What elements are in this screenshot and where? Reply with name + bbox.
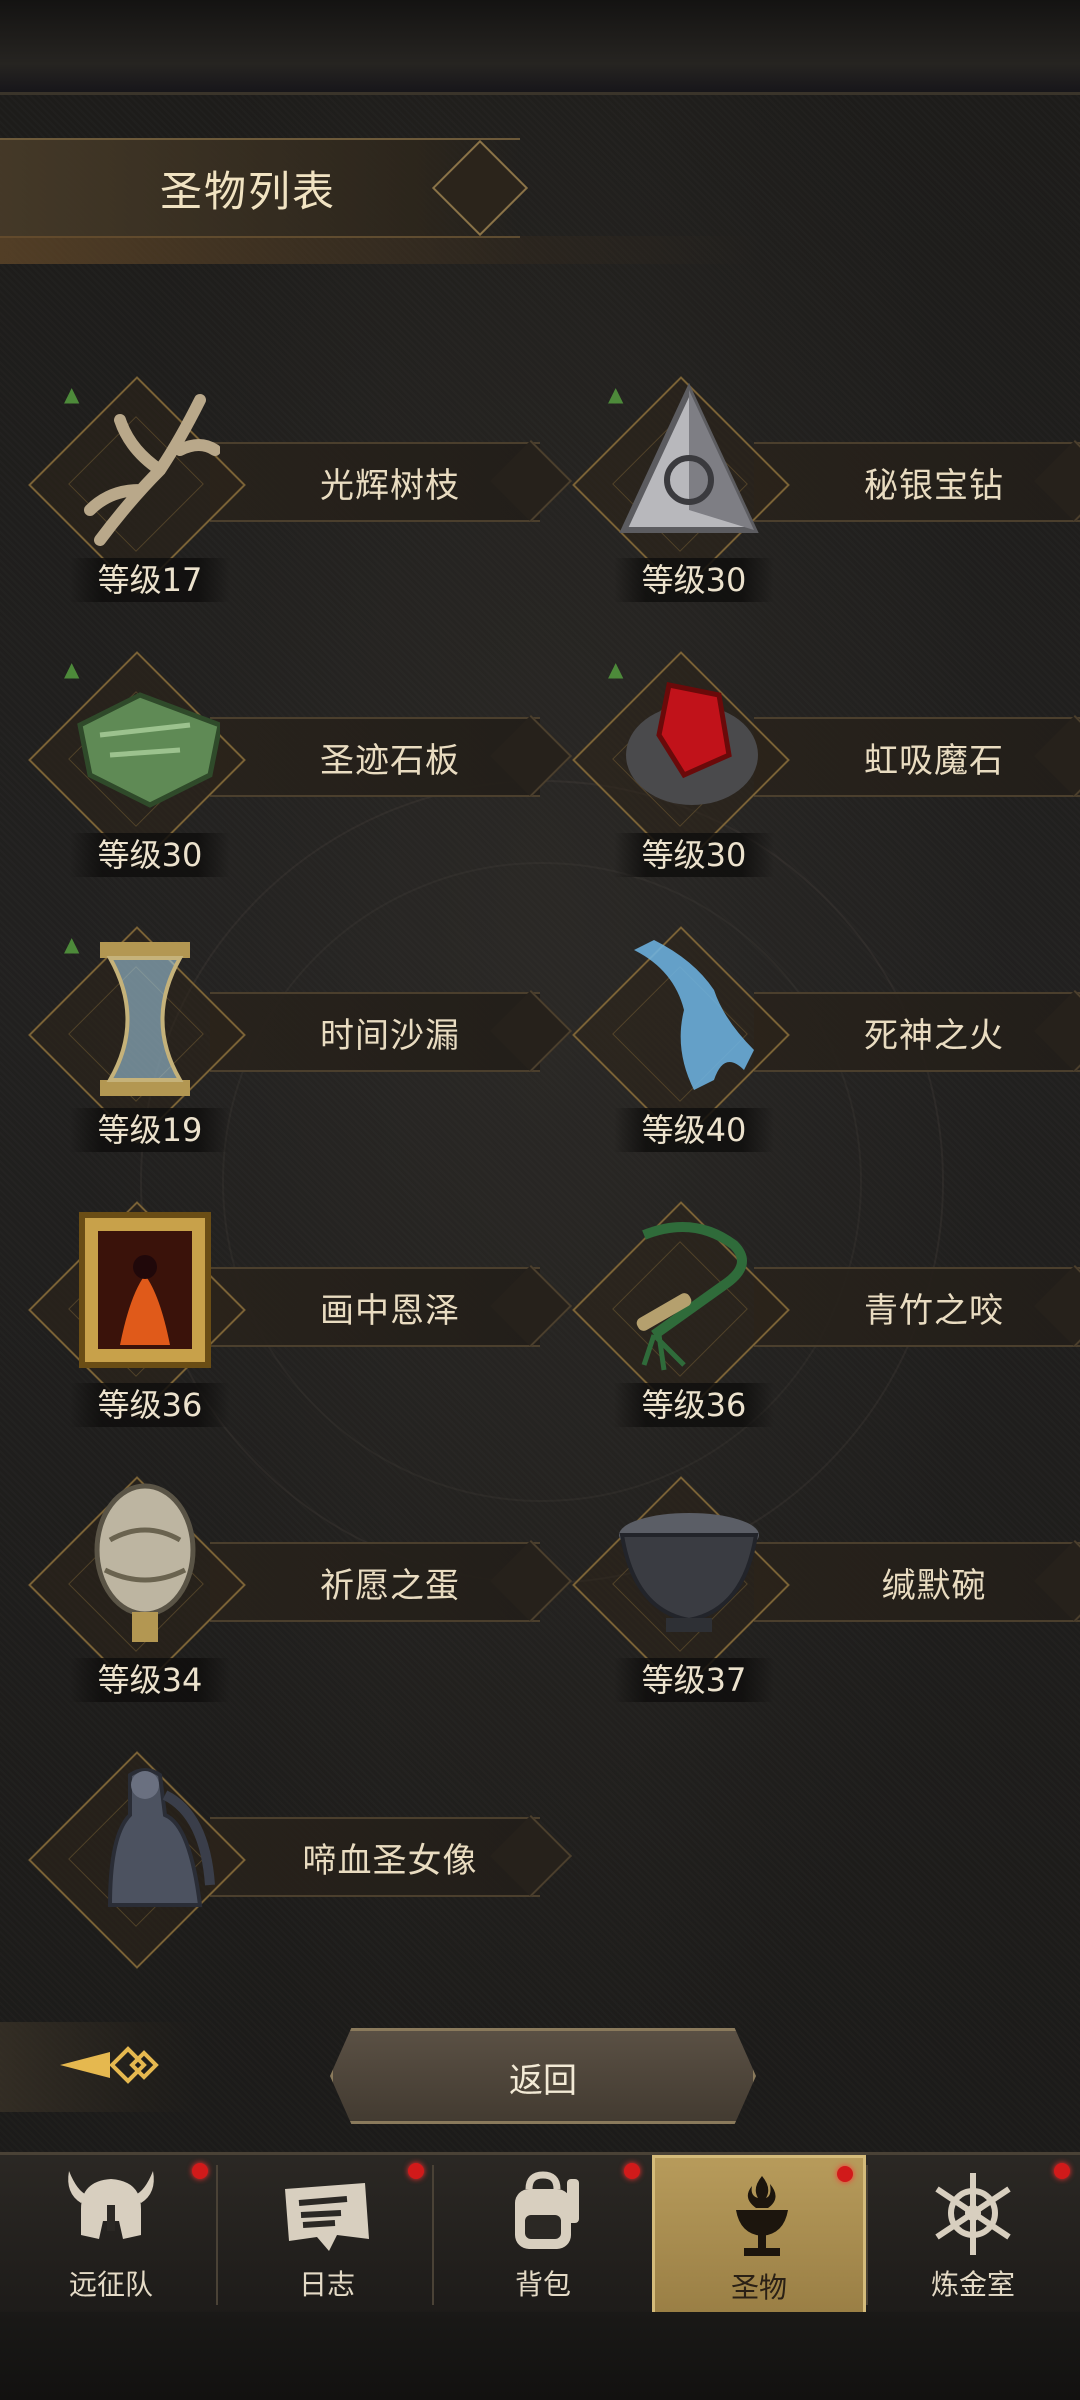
relic-level: 等级34 xyxy=(70,1658,230,1702)
back-button[interactable]: 返回 xyxy=(330,2028,756,2124)
notification-badge xyxy=(1054,2163,1070,2179)
tab-divider xyxy=(216,2165,218,2305)
demon-painting-icon xyxy=(79,1212,211,1368)
notification-badge xyxy=(624,2163,640,2179)
background-sigil xyxy=(140,780,944,1584)
relic-name: 画中恩泽 xyxy=(320,1291,460,1331)
page-title: 圣物列表 xyxy=(160,167,337,216)
tab-relics[interactable]: 圣物 xyxy=(652,2155,866,2315)
mithril-pyramid-icon xyxy=(619,382,759,533)
top-frame xyxy=(0,0,1080,95)
relic-level: 等级30 xyxy=(614,833,774,877)
relic-name: 缄默碗 xyxy=(881,1566,987,1606)
helmet-icon xyxy=(68,2171,154,2239)
relic-card[interactable]: ▲ 秘银宝钻 等级30 xyxy=(572,376,1080,610)
tab-divider xyxy=(432,2165,434,2305)
relic-card[interactable]: 死神之火等级40 xyxy=(572,926,1080,1160)
tab-backpack[interactable]: 背包 xyxy=(436,2155,650,2315)
bottom-tab-bar: 远征队 日志 背包 圣物 炼金室 xyxy=(0,2152,1080,2315)
relic-name: 光辉树枝 xyxy=(320,466,460,506)
relic-name: 死神之火 xyxy=(864,1016,1004,1056)
hourglass-icon xyxy=(100,942,190,1096)
relic-level: 等级19 xyxy=(70,1108,230,1152)
tab-label: 日志 xyxy=(298,2268,355,2301)
branch-icon xyxy=(84,394,220,546)
relic-level: 等级30 xyxy=(70,833,230,877)
bottom-frame xyxy=(0,2312,1080,2400)
relic-card[interactable]: 青竹之咬等级36 xyxy=(572,1201,1080,1435)
tab-label: 圣物 xyxy=(730,2271,787,2304)
relic-name: 时间沙漏 xyxy=(320,1016,460,1056)
angel-statue-icon xyxy=(107,1768,215,1907)
relic-name: 虹吸魔石 xyxy=(864,741,1004,781)
relic-name: 祈愿之蛋 xyxy=(320,1566,460,1606)
relic-card[interactable]: 啼血圣女像 xyxy=(28,1751,550,1985)
relic-level: 等级36 xyxy=(70,1383,230,1427)
notification-badge xyxy=(192,2163,208,2179)
relic-name: 秘银宝钻 xyxy=(864,466,1004,506)
relic-card[interactable]: 画中恩泽等级36 xyxy=(28,1201,550,1435)
relic-card[interactable]: ▲ 圣迹石板 等级30 xyxy=(28,651,550,885)
relic-name: 啼血圣女像 xyxy=(302,1841,478,1881)
arrow-left-icon xyxy=(60,2046,159,2084)
tab-label: 炼金室 xyxy=(930,2268,1015,2301)
notification-badge xyxy=(408,2163,424,2179)
relic-card[interactable]: 缄默碗等级37 xyxy=(572,1476,1080,1710)
relic-level: 等级30 xyxy=(614,558,774,602)
notification-badge xyxy=(837,2166,853,2182)
prev-page-button[interactable] xyxy=(0,2022,200,2112)
relic-level: 等级40 xyxy=(614,1108,774,1152)
stone-tablet-icon xyxy=(77,692,220,808)
relic-name: 圣迹石板 xyxy=(320,741,460,781)
spectral-hand-icon xyxy=(634,940,754,1090)
relic-level: 等级37 xyxy=(614,1658,774,1702)
tab-journal[interactable]: 日志 xyxy=(220,2155,434,2315)
relic-card[interactable]: ▲ 光辉树枝 等级17 xyxy=(28,376,550,610)
dark-bowl-icon xyxy=(619,1513,759,1632)
relic-level: 等级36 xyxy=(614,1383,774,1427)
tab-alchemy[interactable]: 炼金室 xyxy=(866,2155,1080,2315)
red-gem-icon xyxy=(626,682,758,805)
chalice-icon xyxy=(736,2176,788,2256)
scroll-icon xyxy=(285,2183,369,2251)
relic-name: 青竹之咬 xyxy=(864,1291,1004,1331)
green-whip-icon xyxy=(636,1222,747,1371)
ornate-egg-icon xyxy=(94,1483,196,1642)
relic-card[interactable]: 祈愿之蛋等级34 xyxy=(28,1476,550,1710)
relic-card[interactable]: ▲ 虹吸魔石 等级30 xyxy=(572,651,1080,885)
relic-card[interactable]: ▲ 时间沙漏 等级19 xyxy=(28,926,550,1160)
alchemy-icon xyxy=(935,2173,1011,2255)
tab-label: 远征队 xyxy=(68,2268,153,2301)
banner-rust-edge xyxy=(0,236,760,264)
back-button-label: 返回 xyxy=(509,2061,577,2101)
tab-expedition[interactable]: 远征队 xyxy=(4,2155,218,2315)
backpack-icon xyxy=(515,2171,579,2249)
relic-level: 等级17 xyxy=(70,558,230,602)
tab-label: 背包 xyxy=(514,2268,571,2301)
